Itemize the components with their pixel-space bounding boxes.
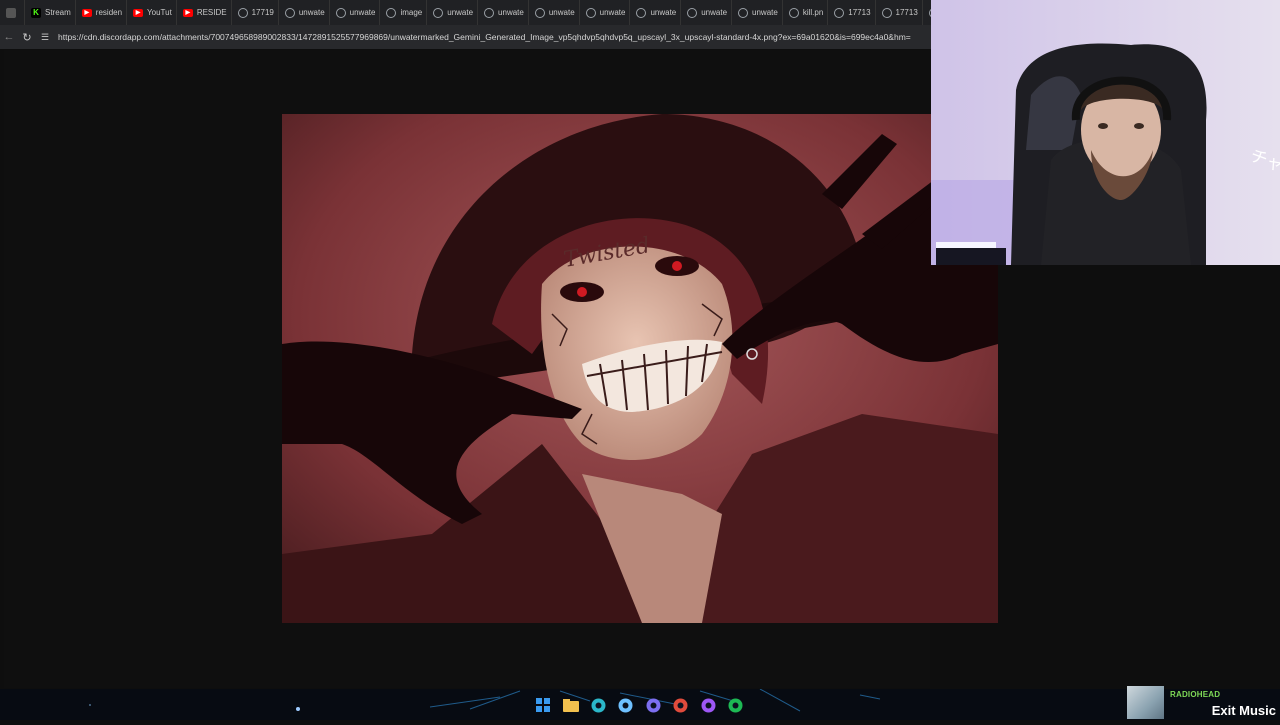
- browser-tab-label: unwate: [498, 8, 524, 17]
- globe-icon: [636, 7, 647, 18]
- taskbar-wallpaper-sparks: [89, 688, 881, 712]
- globe-icon: [788, 7, 799, 18]
- youtube-icon: ▶: [133, 8, 144, 17]
- webcam-feed: チャンピオ: [931, 0, 1280, 265]
- browser-tab-label: 17713: [895, 8, 918, 17]
- globe-icon: [237, 7, 248, 18]
- browser-tab[interactable]: unwate: [279, 0, 330, 25]
- chrome-icon[interactable]: [672, 696, 690, 714]
- reload-icon[interactable]: ↻: [18, 28, 36, 46]
- browser-tab-label: kill.pn: [802, 8, 824, 17]
- file-explorer-icon[interactable]: [562, 696, 580, 714]
- browser-tab[interactable]: image: [380, 0, 428, 25]
- browser-tab-label: RESIDE: [196, 8, 227, 17]
- browser-tab-label: image: [400, 8, 423, 17]
- spotify-icon[interactable]: [727, 696, 745, 714]
- globe-icon: [738, 7, 749, 18]
- windows-taskbar: [0, 688, 1280, 720]
- browser-tab[interactable]: ▶ YouTut: [127, 0, 177, 25]
- browser-tab[interactable]: 17719: [232, 0, 279, 25]
- browser-tab-label: 17713: [848, 8, 871, 17]
- browser-tab[interactable]: K Stream: [25, 0, 76, 25]
- globe-icon: [881, 7, 892, 18]
- browser-tab-label: unwate: [349, 8, 376, 17]
- artwork-illustration: Twisted: [282, 114, 998, 623]
- browser-tab[interactable]: unwate: [330, 0, 381, 25]
- twitch-icon[interactable]: [699, 696, 717, 714]
- now-playing-track: Exit Music: [1211, 703, 1276, 718]
- address-bar: ← ↻ ☰ https://cdn.discordapp.com/attachm…: [0, 25, 931, 49]
- pinned-icon: [6, 7, 16, 18]
- globe-icon: [433, 7, 444, 18]
- browser-tab[interactable]: unwate: [478, 0, 529, 25]
- browser-tab[interactable]: unwate: [427, 0, 479, 25]
- browser-tab-label: YouTut: [147, 8, 172, 17]
- now-playing-artist: RADIOHEAD: [1170, 690, 1221, 699]
- browser-tab-label: unwate: [752, 8, 778, 17]
- browser-tab-label: unwate: [548, 8, 575, 17]
- browser-tab[interactable]: 17713: [876, 0, 923, 25]
- album-art: [1127, 686, 1164, 719]
- browser-tab-bar: K Stream ▶ residen ▶ YouTut ▶ RESIDE 17719 unwate…: [0, 0, 931, 25]
- browser-tab[interactable]: unwate: [732, 0, 783, 25]
- browser-tab-label: unwate: [701, 8, 728, 17]
- browser-tab[interactable]: kill.pn: [783, 0, 829, 25]
- browser-tab[interactable]: ▶ residen: [76, 0, 128, 25]
- browser-tab[interactable]: unwate: [580, 0, 631, 25]
- browser-tab[interactable]: ▶ RESIDE: [177, 0, 232, 25]
- globe-icon: [585, 7, 596, 18]
- browser-tab-label: unwate: [298, 8, 325, 17]
- globe-icon: [386, 7, 397, 18]
- browser-tab-label: residen: [95, 8, 123, 17]
- browser-tab-label: unwate: [599, 8, 626, 17]
- browser-tab[interactable]: unwate: [681, 0, 733, 25]
- globe-icon: [284, 7, 295, 18]
- browser-tab[interactable]: [0, 0, 25, 25]
- url-field[interactable]: https://cdn.discordapp.com/attachments/7…: [54, 28, 931, 46]
- edge-browser-icon[interactable]: [589, 696, 607, 714]
- windows-start-icon[interactable]: [534, 696, 552, 714]
- artwork-image[interactable]: Twisted: [282, 114, 998, 623]
- globe-icon: [834, 7, 845, 18]
- pen-tool-icon[interactable]: [617, 696, 635, 714]
- site-info-icon[interactable]: ☰: [36, 28, 54, 46]
- globe-icon: [687, 7, 698, 18]
- youtube-icon: ▶: [182, 8, 193, 17]
- browser-tab[interactable]: unwate: [529, 0, 580, 25]
- discord-icon[interactable]: [644, 696, 662, 714]
- browser-tab[interactable]: 17713: [828, 0, 876, 25]
- browser-tab[interactable]: unwate: [923, 0, 931, 25]
- browser-tab[interactable]: unwate: [630, 0, 682, 25]
- webcam-overlay: チャンピオ: [931, 0, 1280, 265]
- youtube-icon: ▶: [81, 8, 92, 17]
- globe-icon: [335, 7, 346, 18]
- globe-icon: [484, 7, 495, 18]
- back-icon[interactable]: ←: [0, 28, 18, 46]
- kick-icon: K: [31, 7, 41, 18]
- browser-tab-label: 17719: [251, 8, 274, 17]
- browser-tab-label: Stream: [45, 8, 71, 17]
- globe-icon: [534, 7, 545, 18]
- browser-tab-label: unwate: [447, 8, 474, 17]
- browser-tab-label: unwate: [650, 8, 677, 17]
